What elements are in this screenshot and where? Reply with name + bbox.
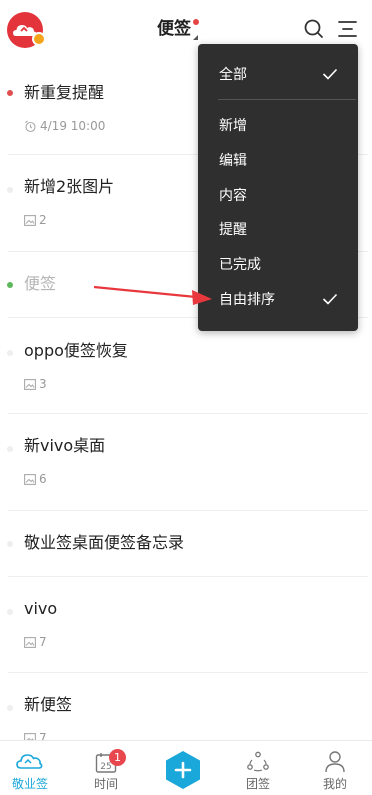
cloud-icon xyxy=(16,754,43,769)
note-title: 新便签 xyxy=(24,695,73,714)
sort-menu-icon[interactable] xyxy=(336,17,360,41)
notification-badge: 1 xyxy=(109,749,126,766)
menu-item-free-sort[interactable]: 自由排序 xyxy=(198,283,358,317)
status-dot xyxy=(7,541,13,547)
note-title: 新增2张图片 xyxy=(24,177,115,196)
status-dot xyxy=(7,350,13,356)
menu-item-label: 新增 xyxy=(219,118,247,134)
alarm-repeat-icon xyxy=(25,120,36,132)
tab-mine[interactable]: 我的 xyxy=(305,741,365,795)
menu-item-all[interactable]: 全部 xyxy=(198,58,358,92)
corner-triangle-icon xyxy=(193,35,198,40)
check-icon xyxy=(322,293,338,305)
menu-item-label: 内容 xyxy=(219,188,247,204)
title-dropdown[interactable]: 便签 xyxy=(157,18,199,42)
menu-item-label: 编辑 xyxy=(219,153,247,169)
image-icon xyxy=(24,214,36,226)
status-dot xyxy=(7,705,13,711)
status-dot xyxy=(7,446,13,452)
status-dot xyxy=(7,187,13,193)
menu-item-reminder[interactable]: 提醒 xyxy=(198,213,358,247)
note-title: 便签 xyxy=(24,274,57,293)
note-title: vivo xyxy=(24,599,58,618)
image-count: 3 xyxy=(39,377,47,391)
note-meta: 6 xyxy=(24,471,47,487)
bottom-tab-bar: 敬业签 25 1 时间 团签 我的 xyxy=(0,740,372,795)
tab-time[interactable]: 25 1 时间 xyxy=(76,741,136,795)
note-title: 敬业签桌面便签备忘录 xyxy=(24,533,185,552)
note-item[interactable]: oppo便签恢复 3 xyxy=(7,318,368,414)
status-dot xyxy=(7,90,13,96)
note-meta: 2 xyxy=(24,212,47,228)
reminder-time: 4/19 10:00 xyxy=(40,119,106,133)
note-item[interactable]: 新便签 7 xyxy=(7,673,368,745)
note-title: oppo便签恢复 xyxy=(24,341,128,360)
search-icon[interactable] xyxy=(302,17,326,41)
status-dot xyxy=(7,282,13,288)
calendar-day: 25 xyxy=(100,762,111,772)
menu-item-label: 全部 xyxy=(219,67,247,83)
menu-item-label: 已完成 xyxy=(219,257,261,273)
app-logo-avatar[interactable] xyxy=(7,12,46,48)
menu-item-completed[interactable]: 已完成 xyxy=(198,248,358,282)
check-icon xyxy=(322,68,338,80)
note-title: 新vivo桌面 xyxy=(24,436,106,455)
image-icon xyxy=(24,473,36,485)
sort-dropdown-menu: 全部 新增 编辑 内容 提醒 已完成 自由排序 xyxy=(198,44,358,331)
team-icon xyxy=(247,751,269,772)
note-meta: 7 xyxy=(24,634,47,650)
image-count: 2 xyxy=(39,213,47,227)
menu-item-label: 提醒 xyxy=(219,222,247,238)
menu-item-content[interactable]: 内容 xyxy=(198,179,358,213)
status-dot xyxy=(7,609,13,615)
vip-badge-icon xyxy=(32,32,46,46)
tab-label: 敬业签 xyxy=(11,777,48,791)
image-icon xyxy=(24,636,36,648)
page-title: 便签 xyxy=(157,19,191,39)
add-note-button[interactable] xyxy=(163,750,203,790)
image-count: 7 xyxy=(39,635,47,649)
note-title: 新重复提醒 xyxy=(24,83,105,102)
menu-item-edited[interactable]: 编辑 xyxy=(198,144,358,178)
note-item[interactable]: vivo 7 xyxy=(7,577,368,673)
tab-label: 我的 xyxy=(322,777,347,791)
note-meta: 4/19 10:00 xyxy=(24,118,105,134)
menu-item-added[interactable]: 新增 xyxy=(198,109,358,143)
note-meta: 3 xyxy=(24,376,47,392)
user-icon xyxy=(325,751,345,773)
tab-team[interactable]: 团签 xyxy=(228,741,288,795)
tab-label: 团签 xyxy=(245,777,270,791)
note-item[interactable]: 敬业签桌面便签备忘录 xyxy=(7,511,368,577)
image-count: 6 xyxy=(39,472,47,486)
menu-divider xyxy=(218,99,356,100)
menu-item-label: 自由排序 xyxy=(219,292,275,308)
unread-dot-icon xyxy=(193,19,199,25)
tab-jingyeqian[interactable]: 敬业签 xyxy=(0,741,60,795)
image-icon xyxy=(24,378,36,390)
tab-label: 时间 xyxy=(93,777,118,791)
note-item[interactable]: 新vivo桌面 6 xyxy=(7,414,368,511)
